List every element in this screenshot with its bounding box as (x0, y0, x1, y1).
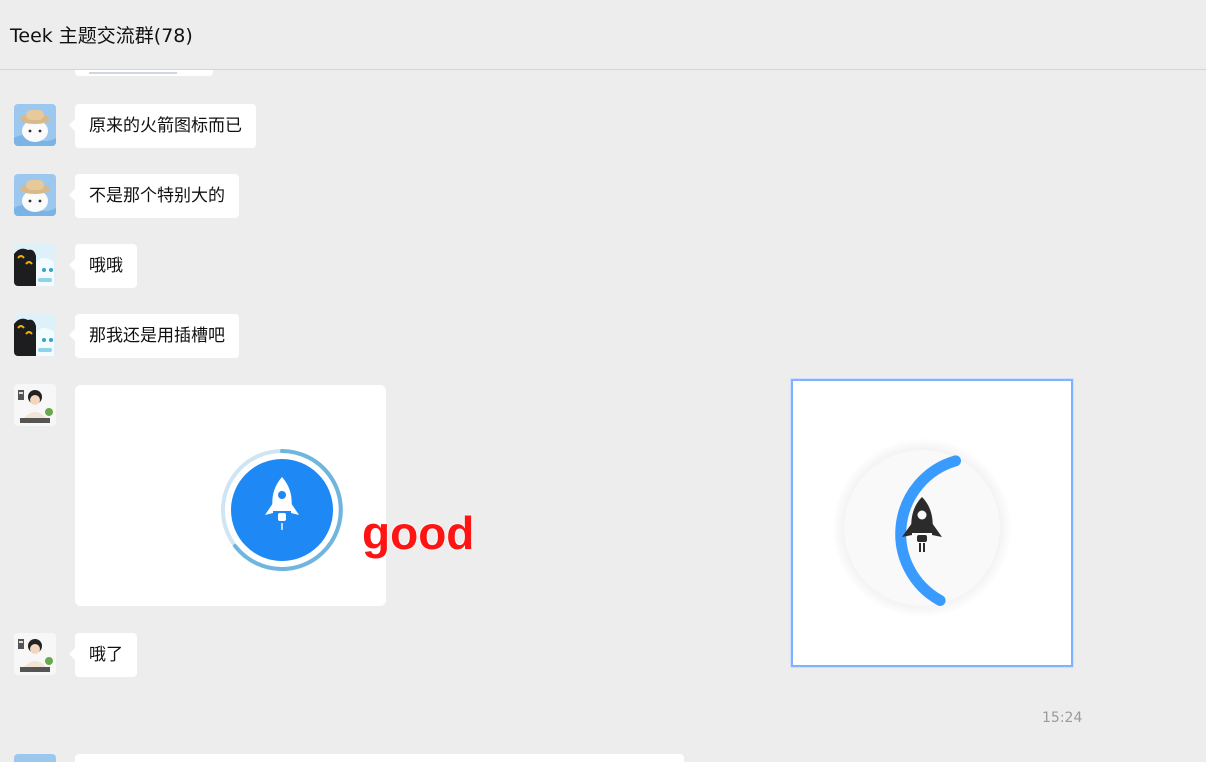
message-bubble[interactable]: 哦了 (69, 633, 137, 677)
avatar[interactable] (14, 314, 56, 356)
message-bubble[interactable]: 原来的火箭图标而已 (69, 104, 256, 148)
avatar[interactable] (14, 384, 56, 426)
message-bubble[interactable]: 那我还是用插槽吧 (69, 314, 239, 358)
message-bubble[interactable]: 不是那个特别大的 (69, 174, 239, 218)
message-bubble[interactable]: 哦哦 (69, 244, 137, 288)
chat-title: Teek 主题交流群(78) (10, 25, 193, 47)
message-bubble[interactable] (75, 754, 684, 762)
image-message[interactable] (75, 385, 386, 606)
avatar[interactable] (14, 174, 56, 216)
overlay-text: good (362, 507, 475, 559)
image-preview[interactable] (791, 379, 1073, 667)
clipped-image-message[interactable] (75, 70, 213, 76)
avatar[interactable] (14, 104, 56, 146)
avatar[interactable] (14, 244, 56, 286)
chat-header: Teek 主题交流群(78) (0, 0, 1206, 70)
avatar[interactable] (14, 754, 56, 762)
timestamp: 15:24 (1042, 710, 1083, 726)
avatar[interactable] (14, 633, 56, 675)
message-list[interactable]: 原来的火箭图标而已 不是那个特别大的 哦哦 那我还是用插槽吧 good 哦了 1… (0, 70, 1206, 762)
